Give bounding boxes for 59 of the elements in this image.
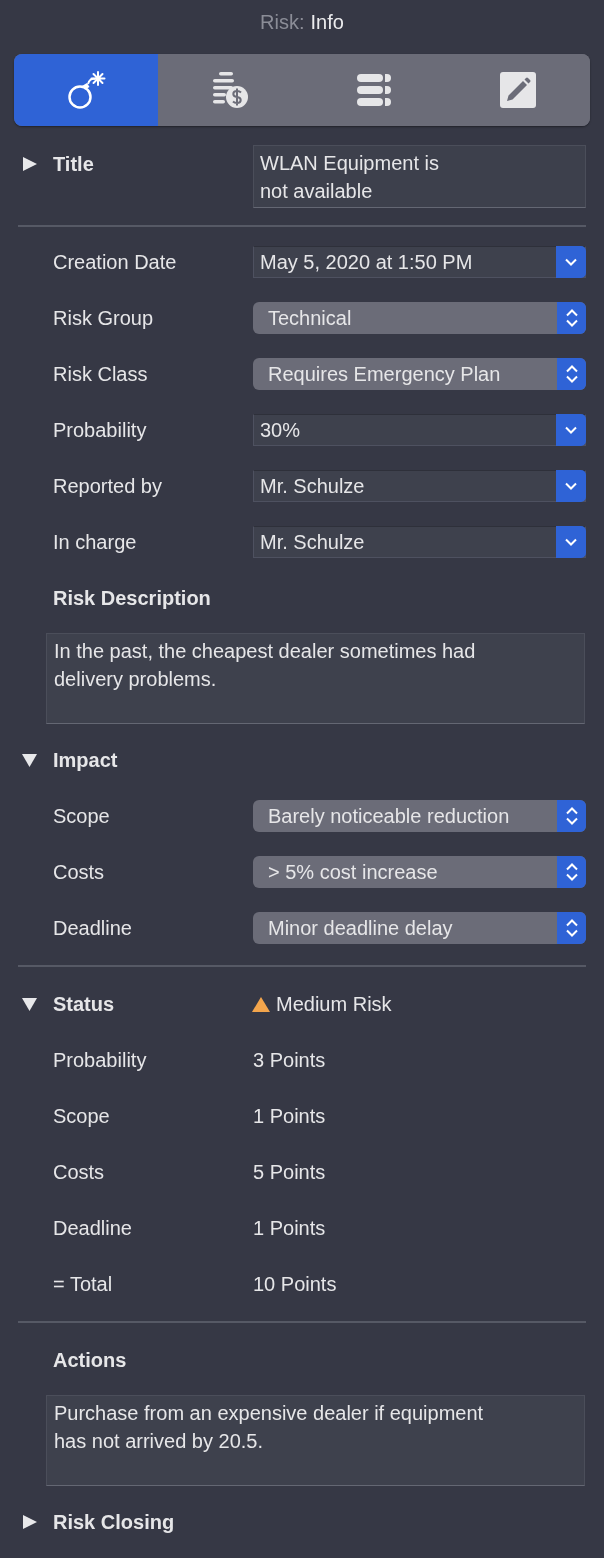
section-title: Actions: [53, 1348, 127, 1373]
field-label: Costs: [53, 860, 106, 885]
section-title: Impact: [53, 748, 119, 773]
field-label: Creation Date: [53, 250, 178, 275]
field-label: Scope: [53, 804, 111, 829]
section-title: Risk Description: [53, 586, 211, 611]
popup-button[interactable]: > 5% cost increase: [253, 856, 586, 888]
chevron-down-icon: [556, 246, 586, 278]
title-prefix: Risk:: [260, 10, 305, 35]
combo-box[interactable]: May 5, 2020 at 1:50 PM: [253, 246, 586, 278]
popup-button[interactable]: Barely noticeable reduction: [253, 800, 586, 832]
score-label: = Total: [53, 1272, 114, 1297]
score-value: 1 Points: [253, 1104, 326, 1129]
edit-icon: [498, 70, 538, 110]
up-down-chevron-icon: [557, 302, 586, 334]
field-label: Probability: [53, 418, 148, 443]
description-field[interactable]: In the past, the cheapest dealer sometimes had delivery problems.: [46, 633, 585, 724]
tab[interactable]: [158, 54, 302, 126]
disclosure-triangle-icon[interactable]: [22, 156, 37, 172]
tab[interactable]: [14, 54, 158, 126]
chevron-down-icon: [556, 470, 586, 502]
disclosure-triangle-icon[interactable]: [22, 996, 37, 1012]
score-label: Costs: [53, 1160, 106, 1185]
section-title: Status: [53, 992, 116, 1017]
tab[interactable]: [446, 54, 590, 126]
field-label: Risk Class: [53, 362, 149, 387]
popup-button[interactable]: Technical: [253, 302, 586, 334]
coins-icon: [210, 70, 250, 110]
score-value: 1 Points: [253, 1216, 326, 1241]
up-down-chevron-icon: [557, 856, 586, 888]
disclosure-triangle-icon[interactable]: [22, 1514, 37, 1530]
window-title: Info: [310, 10, 344, 35]
disclosure-triangle-icon[interactable]: [22, 752, 37, 768]
field-label: Risk Group: [53, 306, 155, 331]
popup-button[interactable]: Requires Emergency Plan: [253, 358, 586, 390]
field-label: Deadline: [53, 916, 133, 941]
combo-box[interactable]: Mr. Schulze: [253, 526, 586, 558]
score-label: Scope: [53, 1104, 111, 1129]
section-title: Title: [53, 152, 95, 177]
score-label: Probability: [53, 1048, 148, 1073]
chevron-down-icon: [556, 414, 586, 446]
title-field[interactable]: WLAN Equipment is not available: [253, 145, 586, 208]
chevron-down-icon: [556, 526, 586, 558]
risk-level: Medium Risk: [276, 992, 392, 1017]
score-value: 5 Points: [253, 1160, 326, 1185]
field-label: In charge: [53, 530, 138, 555]
popup-button[interactable]: Minor deadline delay: [253, 912, 586, 944]
up-down-chevron-icon: [557, 912, 586, 944]
up-down-chevron-icon: [557, 358, 586, 390]
score-value: 3 Points: [253, 1048, 326, 1073]
combo-box[interactable]: 30%: [253, 414, 586, 446]
section-title: Risk Closing: [53, 1510, 176, 1535]
field-label: Reported by: [53, 474, 163, 499]
bomb-icon: [66, 70, 106, 110]
combo-box[interactable]: Mr. Schulze: [253, 470, 586, 502]
score-label: Deadline: [53, 1216, 133, 1241]
up-down-chevron-icon: [557, 800, 586, 832]
actions-field[interactable]: Purchase from an expensive dealer if equipment has not arrived by 20.5.: [46, 1395, 585, 1486]
score-value: 10 Points: [253, 1272, 337, 1297]
